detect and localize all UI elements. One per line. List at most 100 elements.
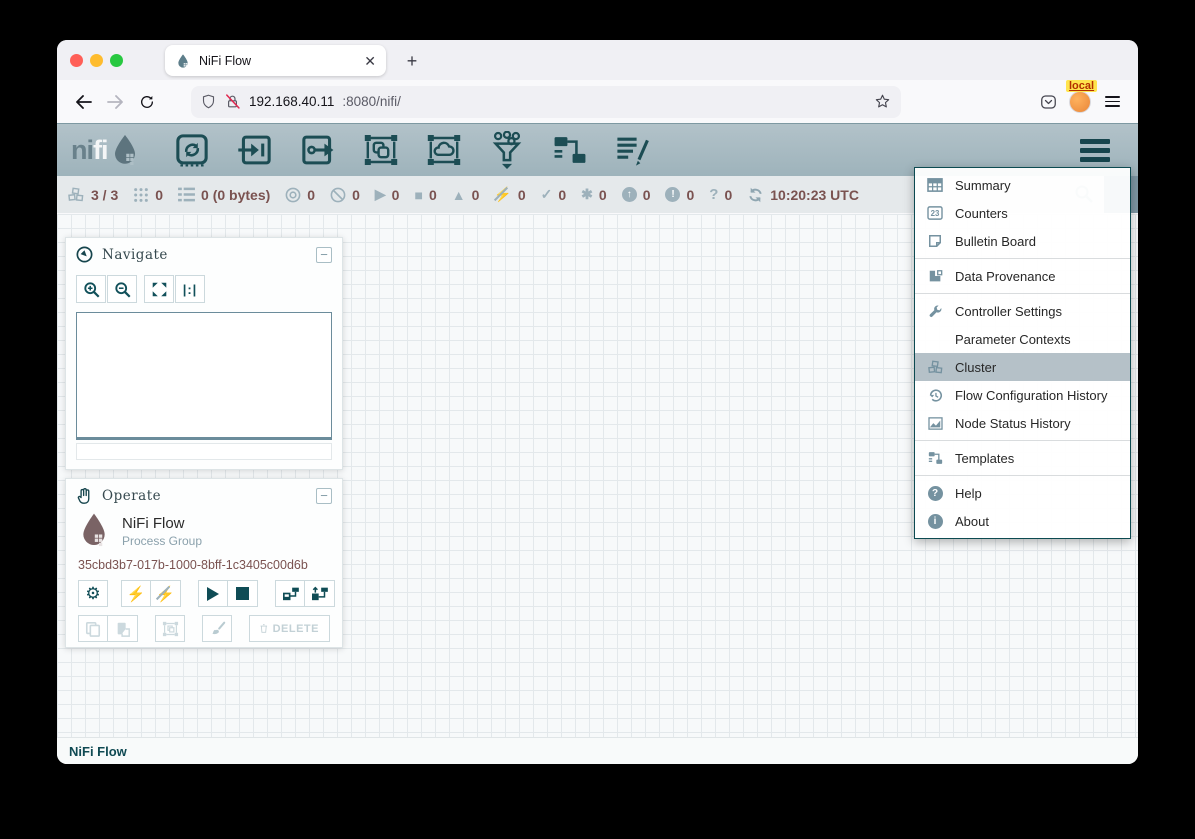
birdseye-minimap[interactable] [76,312,332,440]
menu-item-counters[interactable]: 23 Counters [915,199,1130,227]
selected-flow-type: Process Group [122,534,202,548]
status-value: 0 (0 bytes) [201,187,270,203]
remote-process-group-icon[interactable] [426,132,462,168]
refresh-icon[interactable] [747,187,764,203]
birdseye-brush[interactable] [76,443,332,460]
selected-flow-name: NiFi Flow [122,512,202,532]
paste-button[interactable] [108,615,138,642]
status-running: ▶ 0 [375,186,400,203]
nifi-global-menu-button[interactable] [1080,139,1110,162]
zoom-out-button[interactable] [107,275,137,303]
menu-item-templates[interactable]: Templates [915,444,1130,472]
transmitting-icon [285,187,301,203]
browser-menu-button[interactable] [1096,87,1128,117]
nifi-favicon [175,53,191,69]
breadcrumb[interactable]: NiFi Flow [57,737,1138,764]
group-icon [162,621,179,637]
menu-item-parameter-contexts[interactable]: Parameter Contexts [915,325,1130,353]
zoom-in-button[interactable] [76,275,106,303]
zoom-fit-button[interactable] [144,275,174,303]
exclamation-circle-icon: ! [665,187,680,202]
new-tab-button[interactable]: + [399,48,425,74]
minimize-window-button[interactable] [90,54,103,67]
enable-button[interactable]: ⚡ [121,580,151,607]
menu-item-node-status-history[interactable]: Node Status History [915,409,1130,437]
menu-item-summary[interactable]: Summary [915,171,1130,199]
collapse-operate-button[interactable]: − [316,488,332,504]
configure-button[interactable]: ⚙ [78,580,108,607]
status-stopped: ■ 0 [414,187,436,203]
brand-prefix: ni [71,135,93,166]
menu-label: Flow Configuration History [955,388,1107,403]
process-group-id: 35cbd3b7-017b-1000-8bff-1c3405c00d6b [66,550,342,572]
menu-label: Templates [955,451,1014,466]
status-transmitting: 0 [285,187,315,203]
pocket-icon[interactable] [1032,87,1064,117]
change-color-button[interactable] [202,615,232,642]
status-up-to-date: ✓ 0 [541,186,567,203]
reload-button[interactable] [131,87,163,117]
status-not-transmitting: 0 [330,187,360,203]
menu-item-cluster[interactable]: Cluster [915,353,1130,381]
zoom-actual-size-button[interactable]: |:| [175,275,205,303]
close-window-button[interactable] [70,54,83,67]
upload-template-button[interactable] [305,580,335,607]
bolt-slash-icon: ⚡ [156,585,175,603]
profile-badge: local [1066,80,1097,92]
menu-label: Data Provenance [955,269,1055,284]
process-group-icon[interactable] [363,132,399,168]
paintbrush-icon [209,621,226,637]
template-icon[interactable] [552,132,588,168]
menu-label: Bulletin Board [955,234,1036,249]
stopped-square-icon: ■ [414,187,422,203]
profile-avatar[interactable]: local [1064,87,1096,117]
forward-button[interactable] [99,87,131,117]
menu-item-help[interactable]: ? Help [915,479,1130,507]
process-group-drop-icon [78,512,110,550]
status-value: 0 [686,187,694,203]
data-provenance-icon [925,269,945,284]
start-button[interactable] [198,580,228,607]
status-queued: 0 (0 bytes) [178,187,270,203]
shield-icon[interactable] [201,93,216,110]
menu-separator [915,475,1130,476]
stop-button[interactable] [228,580,258,607]
group-button[interactable] [155,615,185,642]
trash-icon [260,621,268,636]
output-port-icon[interactable] [300,132,336,168]
menu-item-controller-settings[interactable]: Controller Settings [915,297,1130,325]
status-value: 0 [724,187,732,203]
url-bar[interactable]: 192.168.40.11:8080/nifi/ [191,86,901,118]
collapse-navigate-button[interactable]: − [316,247,332,263]
browser-tab[interactable]: NiFi Flow ✕ [165,45,386,76]
insecure-lock-icon[interactable] [224,93,241,110]
input-port-icon[interactable] [237,132,273,168]
maximize-window-button[interactable] [110,54,123,67]
upload-template-icon [311,586,328,601]
status-last-refreshed: 10:20:23 UTC [747,187,859,203]
disable-button[interactable]: ⚡ [151,580,181,607]
status-value: 0 [643,187,651,203]
status-value: 0 [352,187,360,203]
status-connected-nodes: 3 / 3 [67,187,118,203]
menu-item-about[interactable]: i About [915,507,1130,535]
about-icon: i [925,514,945,529]
processor-icon[interactable] [174,132,210,168]
copy-button[interactable] [78,615,108,642]
tab-close-icon[interactable]: ✕ [364,54,376,68]
last-refreshed-time: 10:20:23 UTC [770,187,859,203]
save-template-button[interactable] [275,580,305,607]
delete-button[interactable]: DELETE [249,615,330,642]
compass-icon [76,246,93,263]
breadcrumb-root[interactable]: NiFi Flow [69,744,127,759]
funnel-icon[interactable] [489,132,525,168]
menu-item-data-provenance[interactable]: Data Provenance [915,262,1130,290]
running-play-icon: ▶ [375,186,386,203]
menu-item-flow-configuration-history[interactable]: Flow Configuration History [915,381,1130,409]
bookmark-star-icon[interactable] [874,93,891,110]
status-value: 3 / 3 [91,187,118,203]
label-icon[interactable] [615,132,651,168]
back-button[interactable] [67,87,99,117]
menu-item-bulletin-board[interactable]: Bulletin Board [915,227,1130,255]
avatar [1069,91,1091,113]
